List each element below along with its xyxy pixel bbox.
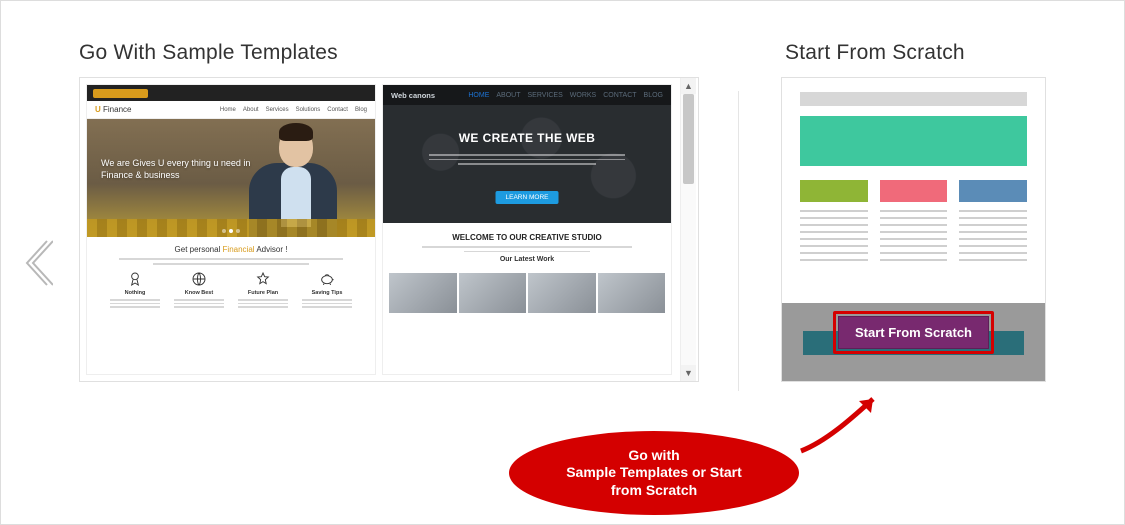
feature-icon-block: Saving Tips [299,271,355,310]
scratch-footer: Start From Scratch [782,303,1045,381]
templates-panel: U Finance Home About Services Solutions … [79,77,699,382]
hero-text-line: Finance & business [101,169,250,181]
scrollbar-up-button[interactable]: ▲ [681,78,696,94]
nav-link: BLOG [644,92,663,99]
nav-link: Contact [327,107,348,113]
callout-arrow-icon [797,391,887,455]
hero-title: WE CREATE THE WEB [383,131,671,145]
template-subheading: Our Latest Work [393,256,661,263]
instruction-callout: Go with Sample Templates or Start from S… [509,431,799,515]
callout-highlight-box: Start From Scratch [833,311,994,354]
nav-link: Services [266,107,289,113]
template-logo: Web canons [391,91,435,100]
feature-icon-block: Future Plan [235,271,291,310]
scrollbar-down-button[interactable]: ▼ [681,365,696,381]
template-hero: WE CREATE THE WEB LEARN MORE [383,105,671,223]
nav-link: HOME [468,92,489,99]
nav-link: Solutions [296,107,321,113]
feature-icon-block: Nothing [107,271,163,310]
scratch-panel[interactable]: Start From Scratch [781,77,1046,382]
star-icon [255,271,271,287]
start-from-scratch-button[interactable]: Start From Scratch [838,316,989,349]
callout-text-line: from Scratch [566,482,742,500]
template-subheading: Get personal Financial Advisor ! [95,245,367,254]
nav-link: ABOUT [496,92,520,99]
template-navbar: U Finance Home About Services Solutions … [87,101,375,119]
template-card-ufinance[interactable]: U Finance Home About Services Solutions … [86,84,376,375]
scrollbar-thumb[interactable] [683,94,694,184]
nav-link: CONTACT [603,92,636,99]
template-card-webcanons[interactable]: Web canons HOME ABOUT SERVICES WORKS CON… [382,84,672,375]
nav-link: Blog [355,107,367,113]
templates-section-title: Go With Sample Templates [79,41,699,65]
hero-text-line: We are Gives U every thing u need in [101,157,250,169]
nav-link: About [243,107,259,113]
hero-pagination-dots [222,229,240,233]
portfolio-grid [383,269,671,313]
nav-link: Home [220,107,236,113]
badge-icon [127,271,143,287]
piggybank-icon [319,271,335,287]
globe-icon [191,271,207,287]
templates-scrollbar[interactable]: ▲ ▼ [680,78,696,381]
callout-text-line: Go with [566,447,742,465]
template-hero: We are Gives U every thing u need in Fin… [87,119,375,237]
scratch-wireframe [782,78,1045,280]
nav-link: SERVICES [528,92,563,99]
feature-icon-block: Know Best [171,271,227,310]
nav-link: WORKS [570,92,596,99]
callout-text-line: Sample Templates or Start [566,464,742,482]
scratch-section-title: Start From Scratch [781,41,1046,65]
cta-button: LEARN MORE [496,191,559,204]
template-navbar: Web canons HOME ABOUT SERVICES WORKS CON… [383,85,671,105]
browser-bar [87,85,375,101]
template-logo: U Finance [95,105,131,114]
template-subheading: WELCOME TO OUR CREATIVE STUDIO [393,233,661,242]
